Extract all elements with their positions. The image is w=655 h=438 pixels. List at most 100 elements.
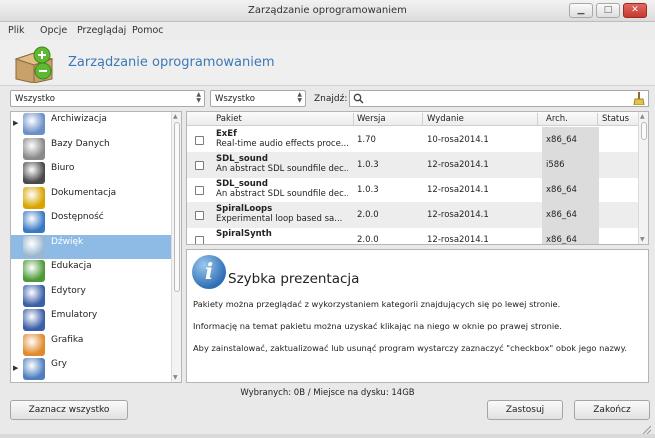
maximize-button[interactable]: □	[596, 3, 620, 18]
package-name: SpiralLoops	[216, 204, 273, 214]
package-version: 1.0.3	[357, 160, 379, 170]
package-arch: x86_64	[546, 235, 577, 245]
info-icon: i	[192, 255, 226, 289]
column-header-arch[interactable]: Arch.	[546, 114, 568, 124]
package-checkbox[interactable]	[195, 236, 204, 244]
category-item[interactable]: Edytory	[11, 284, 171, 308]
category-item[interactable]: ▶ Gry	[11, 357, 171, 381]
package-name: ExEf	[216, 129, 237, 139]
category-label: Gry	[51, 359, 68, 369]
package-arch: x86_64	[546, 210, 577, 220]
category-item[interactable]: Grafika	[11, 333, 171, 357]
table-row[interactable]: SpiralLoops Experimental loop based sa...…	[187, 202, 639, 228]
accessibility-icon	[23, 211, 45, 233]
category-label: Edytory	[51, 285, 86, 296]
emulators-icon	[23, 309, 45, 331]
clear-search-icon[interactable]	[633, 92, 645, 105]
package-description: An abstract SDL soundfile dec...	[216, 189, 348, 199]
sound-icon	[23, 235, 45, 258]
education-icon	[23, 260, 45, 282]
category-label: Grafika	[51, 334, 84, 345]
table-row[interactable]: ExEf Real-time audio effects proce... 1.70…	[187, 127, 639, 153]
category-item[interactable]: Edukacja	[11, 259, 171, 283]
category-item[interactable]: Emulatory	[11, 308, 171, 332]
category-item[interactable]: Biuro	[11, 161, 171, 185]
package-checkbox[interactable]	[195, 211, 204, 220]
category-item[interactable]: Bazy Danych	[11, 137, 171, 161]
group-filter-value: Wszystko	[15, 94, 55, 104]
table-row[interactable]: SpiralSynth 2.0.0 12-rosa2014.1 x86_64	[187, 227, 639, 245]
header-banner: Zarządzanie oprogramowaniem	[0, 40, 655, 86]
package-name: SpiralSynth	[216, 229, 272, 239]
category-label: Biuro	[51, 163, 75, 173]
scroll-up-icon[interactable]: ▲	[640, 113, 645, 120]
column-header-pakiet[interactable]: Pakiet	[216, 114, 242, 124]
status-filter-select[interactable]: Wszystko ▲ ▼	[210, 90, 306, 107]
minimize-button[interactable]: ▁	[569, 3, 593, 18]
package-arch: i586	[546, 160, 565, 170]
category-list[interactable]: ▶ Archiwizacja Bazy Danych Biuro Dokumentacj…	[10, 111, 182, 383]
table-row[interactable]: SDL_sound An abstract SDL soundfile dec..…	[187, 177, 639, 203]
editors-icon	[23, 284, 45, 307]
package-version: 2.0.0	[357, 235, 379, 245]
table-row[interactable]: SDL_sound An abstract SDL soundfile dec..…	[187, 152, 639, 178]
window-bottom-edge	[0, 434, 655, 438]
updown-arrows-icon: ▲ ▼	[196, 91, 201, 104]
close-button[interactable]: ✕	[623, 3, 647, 18]
resize-grip-icon[interactable]	[641, 424, 651, 434]
status-filter-value: Wszystko	[215, 94, 255, 104]
package-checkbox[interactable]	[195, 186, 204, 195]
category-label: Dźwięk	[51, 236, 84, 247]
package-description: Experimental loop based sa...	[216, 214, 343, 224]
minimize-icon: ▁	[577, 5, 585, 15]
category-label: Bazy Danych	[51, 138, 110, 149]
scroll-down-icon[interactable]: ▼	[640, 236, 645, 243]
category-item[interactable]: Dostępność	[11, 210, 171, 234]
finish-button[interactable]: Zakończ	[574, 400, 650, 420]
category-scrollbar[interactable]: ▲ ▼	[171, 112, 181, 382]
package-manager-icon	[14, 46, 54, 83]
expand-arrow-icon[interactable]: ▶	[13, 119, 18, 127]
column-header-wydanie[interactable]: Wydanie	[427, 114, 464, 124]
category-item[interactable]: ▶ Archiwizacja	[11, 112, 171, 136]
package-name: SDL_sound	[216, 179, 268, 189]
scroll-thumb[interactable]	[174, 122, 180, 292]
banner-title: Zarządzanie oprogramowaniem	[68, 55, 275, 70]
package-version: 1.0.3	[357, 185, 379, 195]
package-version: 2.0.0	[357, 210, 379, 220]
menu-pomoc[interactable]: Pomoc	[132, 25, 164, 36]
games-icon	[23, 358, 45, 380]
title-bar: Zarządzanie oprogramowaniem ▁ □ ✕	[0, 0, 655, 22]
column-header-wersja[interactable]: Wersja	[357, 114, 386, 124]
category-label: Dokumentacja	[51, 187, 117, 198]
search-input[interactable]	[349, 90, 649, 107]
package-name: SDL_sound	[216, 154, 268, 164]
group-filter-select[interactable]: Wszystko ▲ ▼	[10, 90, 205, 107]
package-release: 12-rosa2014.1	[427, 160, 489, 170]
scroll-down-icon[interactable]: ▼	[173, 374, 178, 381]
menu-opcje[interactable]: Opcje	[40, 25, 67, 36]
category-item[interactable]: Dźwięk	[11, 234, 171, 259]
category-label: Emulatory	[51, 310, 98, 320]
select-all-button[interactable]: Zaznacz wszystko	[10, 400, 128, 420]
package-checkbox[interactable]	[195, 161, 204, 170]
quick-presentation-panel: i Szybka prezentacja Pakiety można przeg…	[186, 249, 649, 383]
menu-przegladaj[interactable]: Przeglądaj	[77, 25, 126, 36]
archive-icon	[23, 113, 45, 135]
apply-button[interactable]: Zastosuj	[487, 400, 563, 420]
table-header: Pakiet Wersja Wydanie Arch. Status	[187, 112, 639, 126]
scroll-thumb[interactable]	[641, 122, 647, 140]
expand-arrow-icon[interactable]: ▶	[13, 364, 18, 372]
column-header-status[interactable]: Status	[602, 114, 629, 124]
graphics-icon	[23, 333, 45, 356]
category-label: Dostępność	[51, 212, 104, 222]
close-icon: ✕	[631, 5, 639, 15]
menu-plik[interactable]: Plik	[8, 25, 25, 36]
scroll-up-icon[interactable]: ▲	[173, 113, 178, 120]
database-icon	[23, 137, 45, 160]
table-scrollbar[interactable]: ▲ ▼	[638, 112, 648, 244]
package-checkbox[interactable]	[195, 136, 204, 145]
category-item[interactable]: Dokumentacja	[11, 186, 171, 210]
office-icon	[23, 162, 45, 184]
filter-bar: Wszystko ▲ ▼ Wszystko ▲ ▼ Znajdź:	[0, 86, 655, 110]
